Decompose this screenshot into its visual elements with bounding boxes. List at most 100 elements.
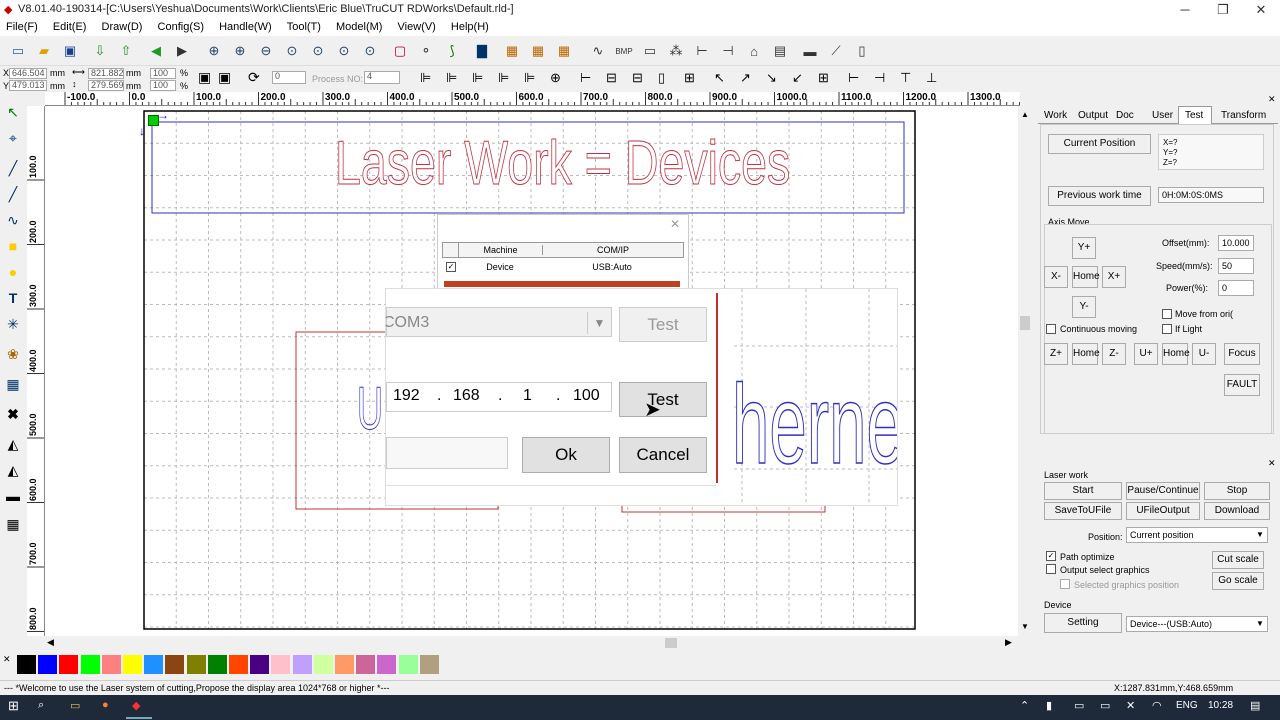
dialog-close-icon[interactable]: ✕ xyxy=(670,217,680,231)
menu-draw[interactable]: Draw(D) xyxy=(96,20,149,35)
tab-transform[interactable]: Transform xyxy=(1221,110,1266,121)
menu-file[interactable]: File(F) xyxy=(0,20,44,35)
stop-button[interactable]: Stop xyxy=(1204,482,1270,500)
laser-icon[interactable]: ▬ xyxy=(800,41,820,61)
hscroll-thumb[interactable] xyxy=(665,638,677,648)
align-left-icon[interactable]: ⊫ xyxy=(420,70,431,86)
com-port-select[interactable]: COM3 ▼ xyxy=(386,307,612,337)
tab-doc[interactable]: Doc xyxy=(1116,110,1134,121)
zoom-in-icon[interactable]: ⊕ xyxy=(204,41,224,61)
windows-start-icon[interactable]: ⊞ xyxy=(8,698,19,714)
offset-input[interactable]: 10.000 xyxy=(1218,235,1254,251)
tray-up-icon[interactable]: ⌃ xyxy=(1020,699,1029,712)
firefox-icon[interactable]: ● xyxy=(102,699,109,711)
tab-user[interactable]: User xyxy=(1152,110,1173,121)
z-minus-button[interactable]: Z- xyxy=(1102,343,1126,365)
tab-test-active[interactable]: Test xyxy=(1178,106,1212,125)
menu-tool[interactable]: Tool(T) xyxy=(281,20,327,35)
scale-y-input[interactable]: 100 xyxy=(150,80,176,91)
ip-octet-1[interactable]: 192 xyxy=(393,387,420,405)
import-icon[interactable]: ⇩ xyxy=(90,41,110,61)
dist-left-icon[interactable]: ⊢ xyxy=(848,70,859,86)
array-tool-icon[interactable]: ▦ xyxy=(3,514,23,534)
save-file-icon[interactable]: ▣ xyxy=(60,41,80,61)
tab-output[interactable]: Output xyxy=(1078,110,1108,121)
open-file-icon[interactable]: ▰ xyxy=(34,41,54,61)
color-swatch[interactable] xyxy=(398,655,418,674)
ip-octet-3[interactable]: 1 xyxy=(523,387,532,405)
menu-model[interactable]: Model(M) xyxy=(330,20,388,35)
color-swatch[interactable] xyxy=(144,655,164,674)
language-indicator[interactable]: ENG xyxy=(1176,700,1198,711)
headline-text[interactable]: Laser Work = Devices xyxy=(335,128,791,199)
minimize-button[interactable]: ─ xyxy=(1166,0,1204,20)
align-bottom-icon[interactable]: ⊫ xyxy=(524,70,535,86)
home-u-button[interactable]: Home xyxy=(1162,343,1190,365)
scroll-down-icon[interactable]: ▼ xyxy=(1021,622,1029,631)
machine-row-checkbox[interactable]: ✓ xyxy=(446,262,456,272)
camera-icon[interactable]: ⌂ xyxy=(744,41,764,61)
pause-continue-button[interactable]: Pause/Continue xyxy=(1126,482,1200,500)
x-coord-input[interactable]: 646.504 xyxy=(9,68,47,79)
zoom-all-icon[interactable]: ⊙ xyxy=(360,41,380,61)
array-icon-3[interactable]: ▦ xyxy=(554,41,574,61)
align-vcenter-icon[interactable]: ⊕ xyxy=(550,70,561,86)
new-file-icon[interactable]: ▭ xyxy=(8,41,28,61)
select-tool-icon[interactable]: ↖ xyxy=(3,102,23,122)
group-icon[interactable]: ⁂ xyxy=(666,41,686,61)
clock[interactable]: 10:28 xyxy=(1208,700,1233,711)
same-width-icon[interactable]: ⊟ xyxy=(632,70,643,86)
color-swatch[interactable] xyxy=(38,655,58,674)
delete-icon[interactable]: ✖ xyxy=(3,404,23,424)
align-right-icon[interactable]: ⊫ xyxy=(472,70,483,86)
speed-input[interactable]: 50 xyxy=(1218,258,1254,274)
ethernet-fragment-text[interactable]: herne xyxy=(732,368,897,482)
save-to-ufile-button[interactable]: SaveToUFile xyxy=(1044,502,1122,520)
sidebar-icon[interactable]: ▯ xyxy=(852,41,872,61)
menu-config[interactable]: Config(S) xyxy=(152,20,210,35)
dist-top-icon[interactable]: ⊤ xyxy=(900,70,911,86)
previous-work-time-button[interactable]: Previous work time xyxy=(1048,186,1151,206)
scroll-left-icon[interactable]: ◀ xyxy=(47,637,54,648)
usb-icon[interactable]: ▮ xyxy=(1046,699,1052,712)
path-optimize-checkbox[interactable]: ✓ xyxy=(1046,551,1056,561)
y-minus-button[interactable]: Y- xyxy=(1072,296,1096,318)
ip-octet-4[interactable]: 100 xyxy=(573,387,600,405)
menu-view[interactable]: View(V) xyxy=(392,20,442,35)
palette-icon[interactable]: ❀ xyxy=(3,344,23,364)
align-center-icon[interactable]: ⊫ xyxy=(446,70,457,86)
dist-bottom-icon[interactable]: ⊥ xyxy=(926,70,937,86)
y-plus-button[interactable]: Y+ xyxy=(1072,237,1096,259)
notification-icon[interactable]: ▤ xyxy=(1250,699,1260,712)
zoom-fit-icon[interactable]: ⊕ xyxy=(230,41,250,61)
task-view-icon[interactable]: ▭ xyxy=(70,699,80,712)
device-chevron-icon[interactable]: ▼ xyxy=(1256,619,1264,628)
focus-button[interactable]: Focus xyxy=(1224,343,1260,365)
undo-icon[interactable]: ◀ xyxy=(146,41,166,61)
mirror-icon[interactable]: ⊣ xyxy=(718,41,738,61)
color-swatch[interactable] xyxy=(165,655,185,674)
canvas-vscrollbar[interactable]: ▲ ▼ xyxy=(1018,106,1032,636)
home-xy-button[interactable]: Home xyxy=(1072,266,1100,288)
search-icon[interactable]: ⌕ xyxy=(38,699,44,712)
line-tool-icon[interactable]: ∿ xyxy=(588,41,608,61)
rotate-input[interactable]: 0 xyxy=(272,71,306,84)
mirror-h-icon[interactable]: ◭ xyxy=(3,434,23,454)
print-icon[interactable]: ▤ xyxy=(770,41,790,61)
space-h-icon[interactable]: ⊢ xyxy=(580,70,591,86)
node-edit-icon[interactable]: ⌖ xyxy=(3,128,23,148)
if-light-checkbox[interactable] xyxy=(1162,324,1172,334)
wifi-icon[interactable]: ◠ xyxy=(1152,699,1162,712)
position-chevron-icon[interactable]: ▼ xyxy=(1256,530,1264,539)
x-plus-button[interactable]: X+ xyxy=(1102,266,1126,288)
power-input[interactable]: 0 xyxy=(1218,280,1254,296)
color-swatch[interactable] xyxy=(313,655,333,674)
layer-icon[interactable]: ▬ xyxy=(3,486,23,506)
color-swatch[interactable] xyxy=(335,655,354,674)
canvas-hscrollbar[interactable]: ◀ ▶ xyxy=(45,636,1018,650)
scroll-right-icon[interactable]: ▶ xyxy=(1005,637,1012,648)
output-select-checkbox[interactable] xyxy=(1046,564,1056,574)
point-icon[interactable]: ✳ xyxy=(3,314,23,334)
vscroll-thumb[interactable] xyxy=(1020,316,1030,330)
color-swatch[interactable] xyxy=(229,655,248,674)
